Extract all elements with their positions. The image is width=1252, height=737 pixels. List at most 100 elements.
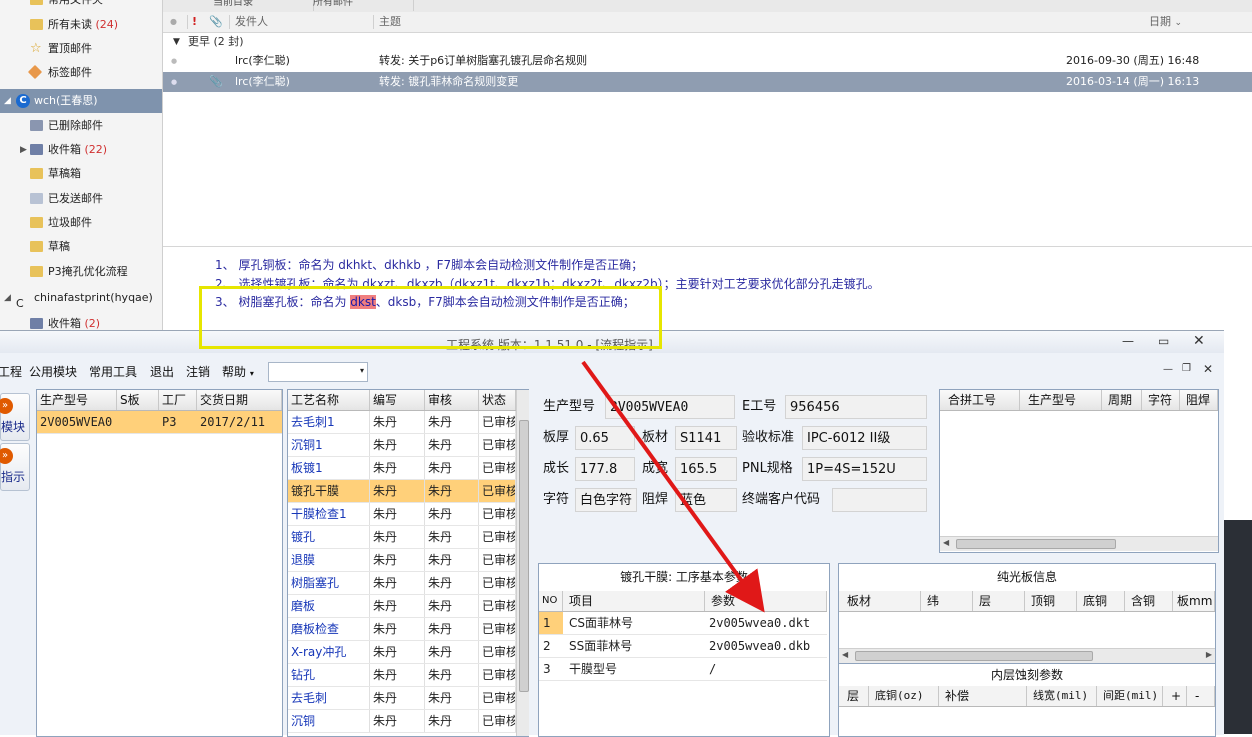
message-row-selected[interactable]: ● 📎 lrc(李仁聪) 转发: 镀孔菲林命名规则变更 2016-03-14 (… bbox=[163, 72, 1252, 92]
menu-tools[interactable]: 常用工具 bbox=[89, 363, 137, 380]
scroll-thumb[interactable] bbox=[956, 539, 1116, 549]
close-icon[interactable]: ✕ bbox=[1193, 333, 1205, 349]
tab-current-folder[interactable]: 当前目录 bbox=[203, 0, 314, 11]
process-row[interactable]: 磨板检查 朱丹 朱丹 已审核 bbox=[288, 618, 516, 641]
process-row[interactable]: 干膜检查1 朱丹 朱丹 已审核 bbox=[288, 503, 516, 526]
unread-dot-icon: ● bbox=[171, 57, 178, 65]
params-row[interactable]: 1 CS面菲林号 2v005wvea0.dkt bbox=[539, 612, 827, 635]
process-row[interactable]: 树脂塞孔 朱丹 朱丹 已审核 bbox=[288, 572, 516, 595]
width-field[interactable]: 165.5 bbox=[675, 457, 737, 481]
highlight-box bbox=[199, 286, 662, 349]
combine-hscrollbar[interactable]: ◀ bbox=[940, 536, 1218, 551]
toolbar-dropdown[interactable]: ▾ bbox=[268, 362, 368, 382]
process-row[interactable]: 板镀1 朱丹 朱丹 已审核 bbox=[288, 457, 516, 480]
solder-mask-field[interactable]: 蓝色 bbox=[675, 488, 737, 512]
process-scrollbar[interactable] bbox=[516, 390, 529, 736]
pure-board-header: 板材 纬 层 顶铜 底铜 含铜 板mm bbox=[839, 591, 1215, 612]
folder-junk[interactable]: 垃圾邮件 bbox=[0, 211, 162, 235]
menu-bar: 工程 公用模块 常用工具 退出 注销 帮助 ▾ ▾ — ❐ ✕ bbox=[0, 359, 1224, 385]
maximize-icon[interactable]: ▭ bbox=[1158, 334, 1169, 348]
chevron-down-icon: ▾ bbox=[249, 369, 254, 378]
inner-etch-header: 层 底铜(oz) 补偿 线宽(mil) 间距(mil) + - bbox=[839, 686, 1215, 707]
material-field[interactable]: S1141 bbox=[675, 426, 737, 450]
inbox-icon bbox=[30, 144, 43, 155]
collapse-icon: ▼ bbox=[173, 37, 180, 47]
process-row[interactable]: 退膜 朱丹 朱丹 已审核 bbox=[288, 549, 516, 572]
message-group-header[interactable]: ▼ 更早 (2 封) bbox=[163, 32, 1252, 52]
folder-pane: 常用文件夹 所有未读 (24) ☆ 置顶邮件 标签邮件 ◢ C wch(王春思)… bbox=[0, 0, 163, 330]
process-row[interactable]: 去毛刺 朱丹 朱丹 已审核 bbox=[288, 687, 516, 710]
preview-line-1: 1、 厚孔铜板：命名为 dkhkt、dkhkb ，F7脚本会自动检测文件制作是否… bbox=[215, 258, 644, 272]
job-list-header: 生产型号 S板 工厂 交货日期 bbox=[37, 390, 282, 411]
pure-board-title: 纯光板信息 bbox=[996, 570, 1057, 584]
mdi-minimize-icon[interactable]: — bbox=[1163, 364, 1173, 375]
folder-deleted[interactable]: 已删除邮件 bbox=[0, 114, 162, 138]
pnl-spec-field[interactable]: 1P=4S=152U bbox=[802, 457, 927, 481]
e-number-field[interactable]: 956456 bbox=[785, 395, 927, 419]
folder-all-unread[interactable]: 所有未读 (24) bbox=[0, 13, 162, 37]
process-row[interactable]: 磨板 朱丹 朱丹 已审核 bbox=[288, 595, 516, 618]
process-row[interactable]: 沉铜 朱丹 朱丹 已审核 bbox=[288, 710, 516, 733]
folder-p3[interactable]: P3掩孔优化流程 bbox=[0, 260, 162, 284]
params-row[interactable]: 3 干膜型号 / bbox=[539, 658, 827, 681]
menu-logout[interactable]: 注销 bbox=[186, 363, 210, 380]
process-row[interactable]: 沉铜1 朱丹 朱丹 已审核 bbox=[288, 434, 516, 457]
menu-project[interactable]: 工程 bbox=[0, 363, 22, 380]
background-window-edge bbox=[1224, 520, 1252, 734]
pure-board-hscrollbar[interactable]: ◀ ▶ bbox=[839, 648, 1215, 663]
expand-icon[interactable]: ▶ bbox=[20, 138, 27, 162]
process-row[interactable]: 钻孔 朱丹 朱丹 已审核 bbox=[288, 664, 516, 687]
process-row[interactable]: 镀孔干膜 朱丹 朱丹 已审核 bbox=[288, 480, 516, 503]
account-chinafastprint[interactable]: ◢ C chinafastprint(hyqae) bbox=[0, 286, 162, 310]
folder-favorites[interactable]: 常用文件夹 bbox=[0, 0, 162, 12]
folder-tagged[interactable]: 标签邮件 bbox=[0, 61, 162, 85]
priority-column-header[interactable]: ! bbox=[192, 12, 197, 32]
scroll-thumb[interactable] bbox=[855, 651, 1093, 661]
folder-draft[interactable]: 草稿 bbox=[0, 235, 162, 259]
length-field[interactable]: 177.8 bbox=[575, 457, 635, 481]
read-status-icon[interactable]: ● bbox=[170, 12, 177, 32]
collapse-icon[interactable]: ◢ bbox=[4, 286, 11, 310]
process-row[interactable]: X-ray冲孔 朱丹 朱丹 已审核 bbox=[288, 641, 516, 664]
character-field[interactable]: 白色字符 bbox=[575, 488, 637, 512]
scroll-left-icon[interactable]: ◀ bbox=[943, 538, 949, 547]
folder-drafts[interactable]: 草稿箱 bbox=[0, 162, 162, 186]
folder-sent[interactable]: 已发送邮件 bbox=[0, 187, 162, 211]
scroll-thumb[interactable] bbox=[519, 420, 529, 692]
inner-etch-title: 内层蚀刻参数 bbox=[990, 668, 1063, 682]
subject-column-header[interactable]: 主题 bbox=[379, 12, 401, 32]
attachment-icon[interactable]: 📎 bbox=[209, 12, 223, 32]
scroll-left-icon[interactable]: ◀ bbox=[842, 650, 848, 659]
customer-code-field[interactable] bbox=[832, 488, 927, 512]
folder-icon bbox=[30, 241, 43, 252]
thickness-field[interactable]: 0.65 bbox=[575, 426, 635, 450]
job-row[interactable]: 2V005WVEA0 P3 2017/2/11 bbox=[37, 411, 282, 434]
process-row[interactable]: 去毛刺1 朱丹 朱丹 已审核 bbox=[288, 411, 516, 434]
flow-indicate-button[interactable]: » 指示 bbox=[0, 443, 30, 491]
acceptance-standard-field[interactable]: IPC-6012 II级 bbox=[802, 426, 927, 450]
process-row[interactable]: 镀孔 朱丹 朱丹 已审核 bbox=[288, 526, 516, 549]
minimize-icon[interactable]: — bbox=[1122, 334, 1134, 348]
menu-help[interactable]: 帮助 ▾ bbox=[222, 363, 254, 380]
mdi-close-icon[interactable]: ✕ bbox=[1203, 362, 1213, 376]
from-column-header[interactable]: 发件人 bbox=[235, 12, 268, 32]
menu-exit[interactable]: 退出 bbox=[150, 363, 174, 380]
account-wch[interactable]: ◢ C wch(王春思) bbox=[0, 89, 162, 113]
combine-job-panel: 合拼工号 生产型号 周期 字符 阻焊 ◀ bbox=[939, 389, 1219, 553]
message-row[interactable]: ● lrc(李仁聪) 转发: 关于p6订单树脂塞孔镀孔层命名规则 2016-09… bbox=[163, 51, 1252, 71]
folder-pinned[interactable]: ☆ 置顶邮件 bbox=[0, 37, 162, 61]
scroll-right-icon[interactable]: ▶ bbox=[1206, 650, 1212, 659]
pure-board-panel: 纯光板信息 板材 纬 层 顶铜 底铜 含铜 板mm ◀ ▶ bbox=[838, 563, 1216, 665]
folder-inbox[interactable]: ▶ 收件箱 (22) bbox=[0, 138, 162, 162]
date-column-header[interactable]: 日期 ⌄ bbox=[1149, 12, 1182, 32]
folder-icon bbox=[30, 0, 43, 5]
model-field[interactable]: 2V005WVEA0 bbox=[605, 395, 735, 419]
module-icon: » bbox=[0, 398, 13, 414]
flow-icon: » bbox=[0, 448, 13, 464]
module-button[interactable]: » 模块 bbox=[0, 393, 30, 441]
params-row[interactable]: 2 SS面菲林号 2v005wvea0.dkb bbox=[539, 635, 827, 658]
menu-common-module[interactable]: 公用模块 bbox=[29, 363, 77, 380]
tab-all-mail[interactable]: 所有邮件 bbox=[303, 0, 414, 11]
collapse-icon[interactable]: ◢ bbox=[4, 89, 11, 113]
mdi-restore-icon[interactable]: ❐ bbox=[1182, 363, 1191, 374]
